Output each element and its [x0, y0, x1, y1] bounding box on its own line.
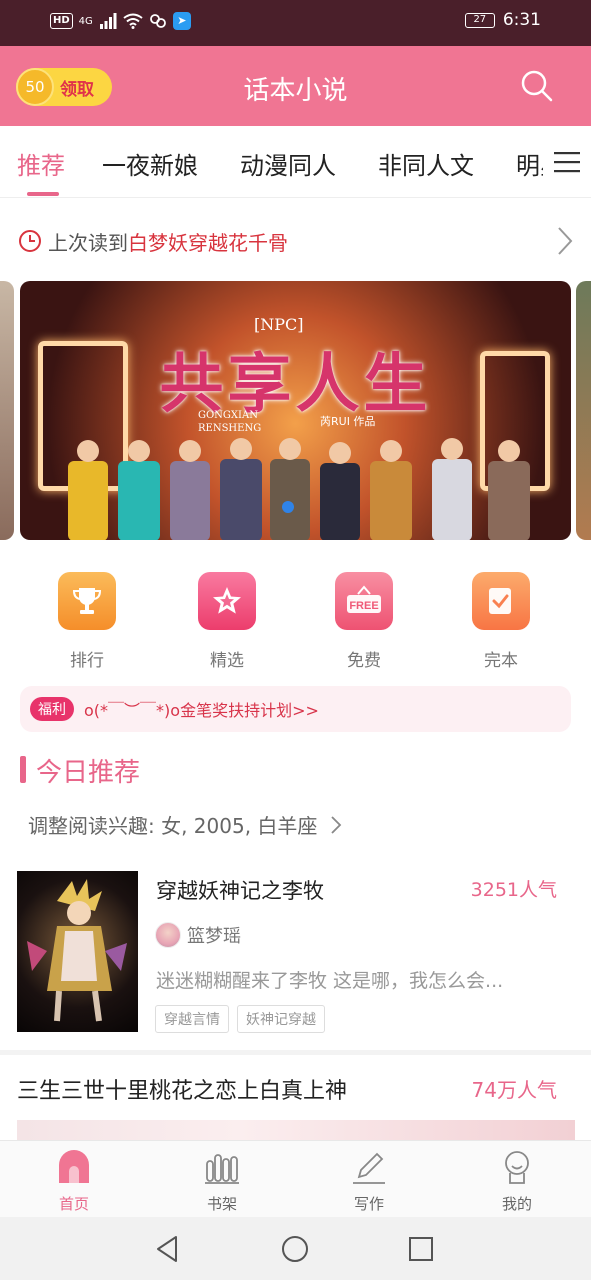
avatar: [155, 922, 181, 948]
recent-apps-icon[interactable]: [405, 1233, 437, 1265]
completed-shortcut[interactable]: 完本: [446, 572, 556, 671]
banner-next-peek[interactable]: [576, 281, 591, 540]
active-tab-indicator: [27, 192, 59, 196]
book-tag[interactable]: 妖神记穿越: [237, 1005, 325, 1033]
banner-prev-peek[interactable]: [0, 281, 14, 540]
app-title: 话本小说: [243, 76, 348, 106]
telegram-notification-icon: ➤: [172, 12, 191, 30]
menu-icon: [554, 152, 580, 173]
tab-one-night-bride[interactable]: 一夜新娘: [102, 146, 198, 181]
last-read-row[interactable]: 上次读到 白梦妖穿越花千骨: [18, 220, 573, 262]
banner-pinyin-1: GONGXIAN: [198, 410, 258, 421]
reading-interest-text: 调整阅读兴趣: 女, 2005, 白羊座: [28, 814, 318, 838]
free-shortcut[interactable]: FREE 免费: [309, 572, 419, 671]
home-icon: [59, 1150, 89, 1183]
carousel-indicator: [282, 501, 294, 513]
book-cover[interactable]: [17, 871, 138, 1032]
nav-home[interactable]: 首页: [24, 1149, 124, 1214]
book-title[interactable]: 三生三世十里桃花之恋上白真上神: [17, 1073, 347, 1105]
star-icon: [198, 572, 256, 630]
status-right: 27 6:31: [464, 10, 541, 30]
book-cover-peek[interactable]: [17, 1120, 575, 1140]
nav-bookshelf[interactable]: 书架: [172, 1149, 272, 1214]
chevron-right-icon: [331, 816, 342, 834]
book-title[interactable]: 穿越妖神记之李牧: [156, 875, 324, 905]
section-accent-bar: [20, 756, 26, 783]
category-tabs: 推荐 一夜新娘 动漫同人 非同人文 明星: [0, 126, 591, 198]
bookshelf-icon: [205, 1154, 239, 1184]
banner-slide[interactable]: [NPC] 共享人生 GONGXIAN RENSHENG 芮RUI 作品: [20, 281, 571, 540]
author-name: 篮梦瑶: [187, 926, 241, 947]
status-left: HD 4G ➤: [50, 12, 191, 30]
book-popularity: 3251人气: [470, 879, 557, 901]
book-cover-art: [27, 879, 127, 1022]
chevron-right-icon: [558, 227, 573, 255]
tab-recommend[interactable]: 推荐: [17, 146, 65, 181]
app-header: 50 领取 话本小说: [0, 46, 591, 126]
back-icon[interactable]: [152, 1233, 184, 1265]
profile-icon: [505, 1151, 529, 1184]
svg-text:FREE: FREE: [349, 600, 378, 612]
nav-profile-label: 我的: [501, 1195, 532, 1213]
home-circle-icon[interactable]: [279, 1233, 311, 1265]
signal-icon: [99, 13, 117, 29]
book-description: 迷迷糊糊醒来了李牧 这是哪，我怎么会...: [156, 970, 504, 992]
free-tag-icon: FREE: [335, 572, 393, 630]
hd-badge: HD: [50, 13, 73, 29]
featured-shortcut[interactable]: 精选: [172, 572, 282, 671]
banner-figures: [68, 438, 530, 540]
completed-label: 完本: [484, 651, 518, 671]
clock: 6:31: [502, 10, 541, 30]
nav-write[interactable]: 写作: [319, 1149, 419, 1214]
checkbook-icon: [472, 572, 530, 630]
book-tag[interactable]: 穿越言情: [155, 1005, 229, 1033]
battery-icon: 27: [464, 12, 495, 28]
book-author[interactable]: 篮梦瑶: [155, 922, 241, 948]
last-read-book: 白梦妖穿越花千骨: [128, 230, 288, 255]
clock-icon: [19, 230, 41, 252]
tab-menu-button[interactable]: [543, 126, 591, 197]
nav-profile[interactable]: 我的: [467, 1149, 567, 1214]
trophy-icon: [58, 572, 116, 630]
system-navigation-bar: [0, 1217, 591, 1280]
nav-write-label: 写作: [353, 1195, 384, 1213]
welfare-banner[interactable]: 福利 o(*￣︶￣*)o金笔奖扶持计划>>: [20, 686, 571, 732]
app-notification-icon: [149, 14, 166, 28]
section-title: 今日推荐: [36, 758, 141, 788]
pencil-icon: [353, 1152, 385, 1184]
free-label: 免费: [347, 651, 381, 671]
nav-home-label: 首页: [58, 1195, 89, 1213]
banner-tag: [NPC]: [254, 315, 304, 334]
tab-original[interactable]: 非同人文: [378, 146, 474, 181]
tab-anime-fanfic[interactable]: 动漫同人: [240, 146, 336, 181]
feature-shortcuts: 排行 精选 FREE 免费 完本: [20, 572, 571, 672]
wifi-icon: [123, 13, 143, 29]
ranking-label: 排行: [70, 651, 104, 671]
search-icon[interactable]: [519, 68, 555, 104]
bottom-navigation: 首页 书架 写作 我的: [0, 1140, 591, 1217]
banner-title: 共享人生: [159, 347, 432, 422]
last-read-prefix: 上次读到: [48, 230, 128, 255]
banner-author: 芮RUI 作品: [320, 415, 376, 428]
network-label: 4G: [78, 15, 93, 27]
featured-label: 精选: [210, 651, 244, 671]
welfare-text: o(*￣︶￣*)o金笔奖扶持计划>>: [84, 701, 319, 720]
book-tags: 穿越言情 妖神记穿越: [155, 1005, 325, 1033]
reading-interest-link[interactable]: 调整阅读兴趣: 女, 2005, 白羊座: [28, 810, 342, 839]
book-popularity: 74万人气: [471, 1078, 557, 1102]
ranking-shortcut[interactable]: 排行: [32, 572, 142, 671]
status-bar: HD 4G ➤ 27 6:31: [0, 0, 591, 46]
welfare-badge: 福利: [30, 697, 74, 721]
nav-bookshelf-label: 书架: [206, 1195, 237, 1213]
section-divider: [0, 1050, 591, 1055]
